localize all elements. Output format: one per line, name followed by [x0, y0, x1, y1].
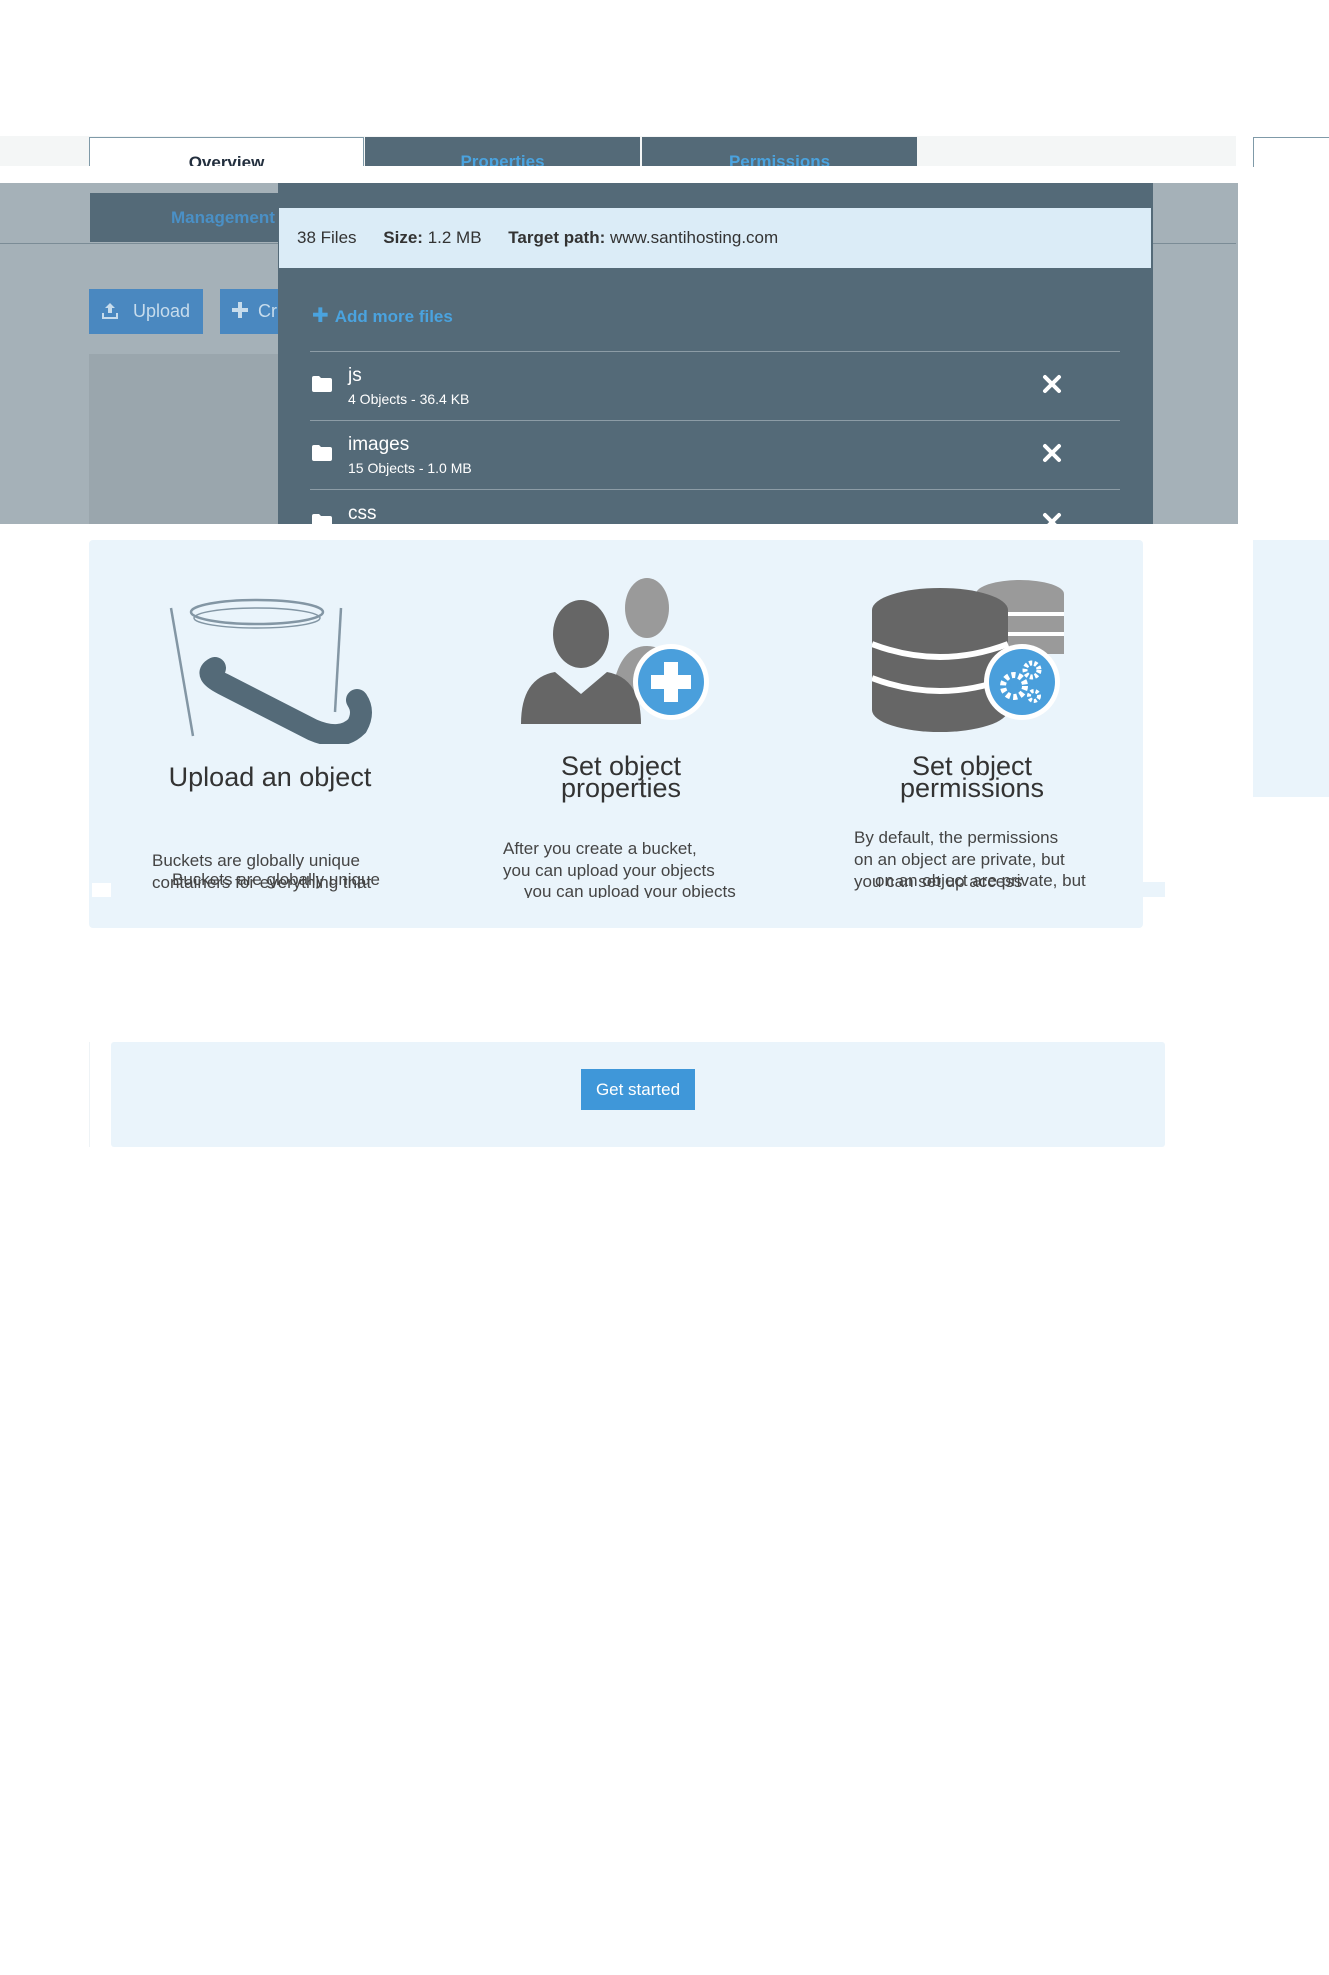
upload-summary-bar: 38 Files Size: 1.2 MB Target path: www.s… — [279, 208, 1151, 268]
panel-edge — [89, 1042, 90, 1147]
info-description-echo: Buckets are globally unique — [172, 870, 380, 889]
file-row-name: js — [348, 365, 362, 386]
side-panel-edge — [1253, 137, 1329, 167]
target-label: Target path: — [508, 228, 606, 247]
info-description: After you create a bucket, you can uploa… — [503, 839, 715, 880]
file-row-meta: 4 Objects - 36.4 KB — [348, 391, 470, 407]
file-row: css — [310, 490, 1120, 524]
info-column-properties: Set object properties After you create a… — [461, 540, 781, 898]
get-started-button[interactable]: Get started — [581, 1069, 695, 1110]
folder-icon — [312, 376, 332, 392]
remove-icon[interactable] — [1042, 512, 1062, 524]
panel-strip-gap — [92, 883, 111, 897]
target-value: www.santihosting.com — [609, 228, 779, 247]
info-description-echo: you can upload your objects — [524, 882, 736, 898]
upload-icon — [102, 303, 118, 319]
tab-permissions[interactable]: Permissions — [642, 137, 917, 166]
remove-icon[interactable] — [1042, 443, 1062, 463]
upload-button-label: Upload — [133, 301, 191, 321]
add-more-files-link[interactable]: ✚ Add more files — [312, 303, 453, 328]
info-title: Set object permissions — [899, 751, 1045, 803]
tab-properties[interactable]: Properties — [365, 137, 640, 166]
create-button-label: Cr — [258, 301, 277, 321]
plus-icon: ✚ — [312, 305, 329, 327]
upload-button[interactable]: Upload — [89, 289, 203, 334]
info-title: Upload an object — [168, 762, 372, 792]
info-title: Set object properties — [560, 751, 682, 803]
info-column-upload: Upload an object Buckets are globally un… — [110, 540, 430, 898]
tab-overview[interactable]: Overview — [89, 137, 364, 166]
dimmed-panel — [89, 354, 279, 524]
file-row-name: images — [348, 434, 410, 455]
info-description-echo: on an object are private, but — [875, 871, 1086, 890]
database-settings-icon — [872, 580, 1064, 732]
size-value: 1.2 MB — [427, 228, 482, 247]
add-user-icon — [521, 578, 709, 724]
folder-icon — [312, 514, 332, 524]
add-more-label: Add more files — [334, 307, 453, 326]
files-count: 38 Files — [297, 228, 357, 247]
remove-icon[interactable] — [1042, 374, 1062, 394]
upload-modal: 38 Files Size: 1.2 MB Target path: www.s… — [278, 183, 1153, 524]
bucket-icon — [169, 598, 372, 744]
file-row: images 15 Objects - 1.0 MB — [310, 421, 1120, 489]
plus-icon — [232, 302, 248, 318]
folder-icon — [312, 445, 332, 461]
size-label: Size: — [383, 228, 423, 247]
side-panel — [1253, 540, 1329, 797]
size-info: Size: 1.2 MB — [383, 228, 481, 247]
file-row: js 4 Objects - 36.4 KB — [310, 352, 1120, 420]
info-column-permissions: Set object permissions By default, the p… — [812, 540, 1132, 898]
target-path-info: Target path: www.santihosting.com — [508, 228, 778, 247]
tab-management[interactable]: Management — [90, 193, 290, 242]
file-row-meta: 15 Objects - 1.0 MB — [348, 460, 472, 476]
file-row-name: css — [348, 503, 377, 524]
